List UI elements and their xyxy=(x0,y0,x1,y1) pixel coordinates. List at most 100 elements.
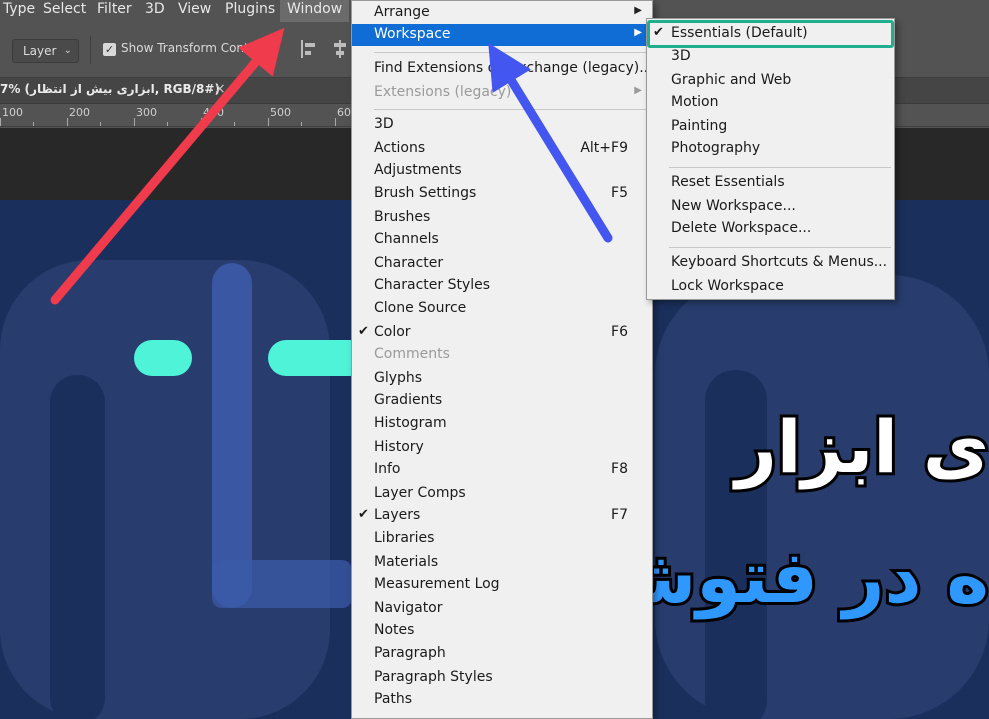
menu-3d[interactable]: 3D xyxy=(138,0,172,22)
menu-filter[interactable]: Filter xyxy=(90,0,139,22)
workspace-item-label: Painting xyxy=(671,118,728,134)
menu-item-label: Extensions (legacy) xyxy=(374,84,512,100)
canvas-title-line1: ی ابزار xyxy=(732,402,989,492)
menu-item-find-extensions[interactable]: Find Extensions on Exchange (legacy)... xyxy=(352,58,653,80)
workspace-item-3d[interactable]: 3D xyxy=(647,46,894,68)
menu-item-glyphs[interactable]: Glyphs xyxy=(352,368,652,390)
auto-select-value: Layer xyxy=(23,44,57,58)
menu-item-measurement-log[interactable]: Measurement Log xyxy=(352,574,652,596)
menu-item-label: Paragraph xyxy=(374,645,446,661)
menu-item-label: Paragraph Styles xyxy=(374,669,493,685)
menu-item-label: History xyxy=(374,439,424,455)
checkmark-icon: ✔ xyxy=(358,507,369,522)
menu-item-label: Glyphs xyxy=(374,370,423,386)
workspace-item-label: Motion xyxy=(671,94,719,110)
menu-item-label: Channels xyxy=(374,231,439,247)
workspace-item-label: Delete Workspace... xyxy=(671,220,812,236)
menu-view[interactable]: View xyxy=(171,0,218,22)
menu-item-label: Measurement Log xyxy=(374,576,500,592)
menu-item-actions[interactable]: Actions Alt+F9 xyxy=(352,138,652,160)
ruler-label: 500 xyxy=(270,106,291,119)
chevron-down-icon: ⌄ xyxy=(63,45,72,56)
menu-item-brush-settings[interactable]: Brush Settings F5 xyxy=(352,183,652,205)
auto-select-dropdown[interactable]: Layer ⌄ xyxy=(12,39,79,63)
workspace-item-reset-essentials[interactable]: Reset Essentials xyxy=(647,172,894,194)
menu-item-libraries[interactable]: Libraries xyxy=(352,528,652,550)
workspace-item-new-workspace[interactable]: New Workspace... xyxy=(647,196,894,218)
workspace-item-photography[interactable]: Photography xyxy=(647,138,894,160)
document-tab-title[interactable]: 7% (ابزاری بیش از انتظار, RGB/8#) xyxy=(0,82,220,96)
menu-item-label: Navigator xyxy=(374,600,443,616)
menu-window[interactable]: Window xyxy=(280,0,350,22)
menu-item-paragraph[interactable]: Paragraph xyxy=(352,643,652,665)
menu-item-color[interactable]: ✔ Color F6 xyxy=(352,322,652,344)
align-left-edges-icon[interactable] xyxy=(301,40,317,58)
menu-item-label: Layers xyxy=(374,507,421,523)
workspace-item-label: Graphic and Web xyxy=(671,72,792,88)
workspace-item-lock-workspace[interactable]: Lock Workspace xyxy=(647,276,894,298)
align-horizontal-centers-icon[interactable] xyxy=(332,40,348,58)
menu-item-workspace[interactable]: Workspace ▶ xyxy=(352,24,652,46)
menu-item-notes[interactable]: Notes xyxy=(352,620,652,642)
essentials-highlight-outline xyxy=(647,20,894,48)
menu-plugins[interactable]: Plugins xyxy=(218,0,282,22)
menu-item-comments: Comments xyxy=(352,344,652,366)
menu-item-channels[interactable]: Channels xyxy=(352,229,652,251)
menu-item-label: Actions xyxy=(374,140,426,156)
menu-item-3d[interactable]: 3D xyxy=(352,114,652,136)
menu-item-label: Color xyxy=(374,324,411,340)
menu-item-label: Gradients xyxy=(374,392,443,408)
ruler-label: 100 xyxy=(2,106,23,119)
menu-item-arrange[interactable]: Arrange ▶ xyxy=(352,2,652,24)
menu-separator xyxy=(374,52,650,53)
menu-item-layer-comps[interactable]: Layer Comps xyxy=(352,483,652,505)
menu-item-layers[interactable]: ✔ Layers F7 xyxy=(352,505,652,527)
ruler-label: 200 xyxy=(69,106,90,119)
menu-item-label: Clone Source xyxy=(374,300,467,316)
submenu-arrow-icon: ▶ xyxy=(634,85,642,96)
ruler-label: 300 xyxy=(136,106,157,119)
menu-select[interactable]: Select xyxy=(36,0,93,22)
menu-item-character-styles[interactable]: Character Styles xyxy=(352,275,652,297)
menu-item-label: Comments xyxy=(374,346,450,362)
options-divider xyxy=(90,36,91,64)
menu-item-brushes[interactable]: Brushes xyxy=(352,207,652,229)
menu-item-label: Adjustments xyxy=(374,162,462,178)
menu-item-navigator[interactable]: Navigator xyxy=(352,598,652,620)
menu-item-adjustments[interactable]: Adjustments xyxy=(352,160,652,182)
close-tab-icon[interactable]: × xyxy=(214,81,226,97)
menu-item-materials[interactable]: Materials xyxy=(352,552,652,574)
menu-item-paragraph-styles[interactable]: Paragraph Styles xyxy=(352,667,652,689)
menu-item-clone-source[interactable]: Clone Source xyxy=(352,298,652,320)
menu-item-paths[interactable]: Paths xyxy=(352,689,652,711)
menu-item-label: Brush Settings xyxy=(374,185,477,201)
workspace-item-graphic-and-web[interactable]: Graphic and Web xyxy=(647,70,894,92)
ruler-label: 400 xyxy=(203,106,224,119)
menu-item-label: Materials xyxy=(374,554,439,570)
checkmark-icon: ✔ xyxy=(358,324,369,339)
menu-item-shortcut: Alt+F9 xyxy=(580,140,628,156)
show-transform-label: Show Transform Controls xyxy=(121,41,271,55)
menu-item-label: 3D xyxy=(374,116,394,132)
workspace-item-motion[interactable]: Motion xyxy=(647,92,894,114)
menu-item-label: Find Extensions on Exchange (legacy)... xyxy=(374,60,653,76)
menu-item-history[interactable]: History xyxy=(352,437,652,459)
canvas-title-line2: ه در فتوشا xyxy=(595,532,989,622)
workspace-item-label: Photography xyxy=(671,140,761,156)
workspace-item-painting[interactable]: Painting xyxy=(647,116,894,138)
menu-item-gradients[interactable]: Gradients xyxy=(352,390,652,412)
menu-item-label: Character xyxy=(374,255,444,271)
workspace-submenu: ✔ Essentials (Default) 3D Graphic and We… xyxy=(646,18,895,300)
menu-item-character[interactable]: Character xyxy=(352,253,652,275)
workspace-item-keyboard-shortcuts[interactable]: Keyboard Shortcuts & Menus... xyxy=(647,252,894,274)
menu-item-shortcut: F5 xyxy=(611,185,628,201)
show-transform-checkbox[interactable]: ✓ xyxy=(103,43,116,56)
menu-item-shortcut: F6 xyxy=(611,324,628,340)
workspace-item-delete-workspace[interactable]: Delete Workspace... xyxy=(647,218,894,240)
menu-item-info[interactable]: Info F8 xyxy=(352,459,652,481)
menu-separator xyxy=(669,167,891,168)
workspace-item-label: Lock Workspace xyxy=(671,278,784,294)
menu-item-histogram[interactable]: Histogram xyxy=(352,413,652,435)
menu-item-label: Info xyxy=(374,461,401,477)
menu-separator xyxy=(669,247,891,248)
